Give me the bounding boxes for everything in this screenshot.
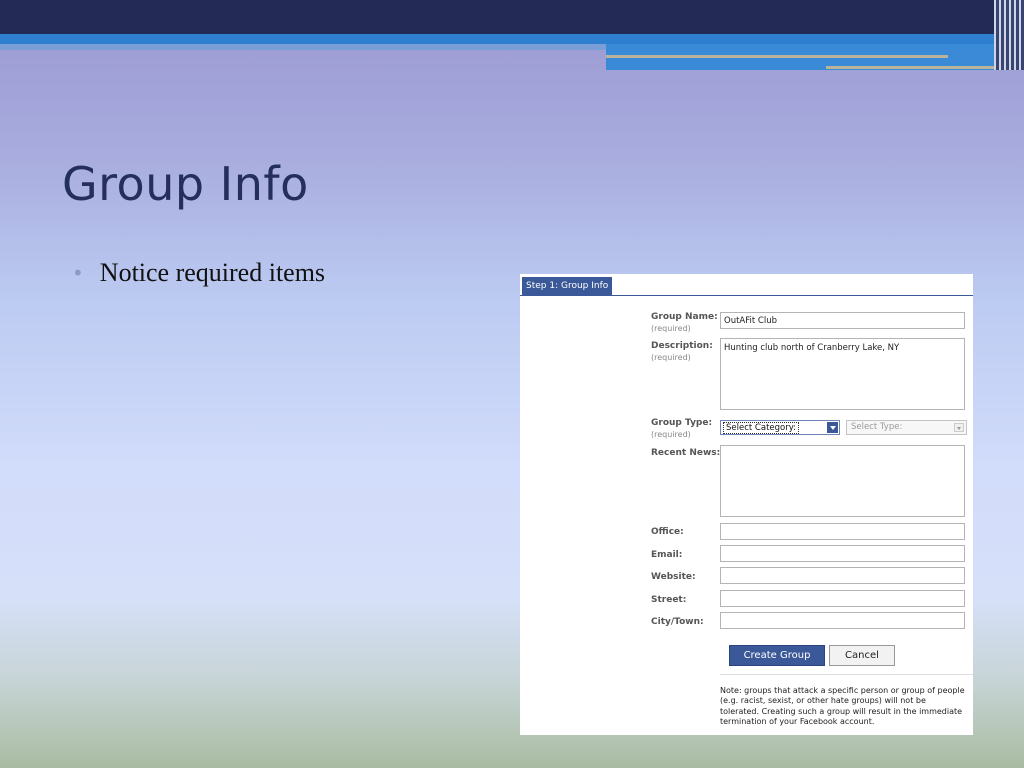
street-input[interactable]: [720, 590, 965, 607]
type-select[interactable]: Select Type:: [846, 420, 967, 435]
city-input[interactable]: [720, 612, 965, 629]
bullet-icon: •: [72, 261, 84, 285]
group-name-label-text: Group Name:: [651, 312, 718, 322]
tan-line: [606, 55, 948, 58]
description-label: Description: (required): [651, 341, 713, 362]
website-label: Website:: [651, 572, 696, 582]
required-note: (required): [651, 324, 691, 333]
cancel-button[interactable]: Cancel: [829, 645, 895, 666]
website-input[interactable]: [720, 567, 965, 584]
slide-title: Group Info: [62, 157, 309, 211]
chevron-down-icon: [954, 423, 964, 432]
top-blue-bar: [0, 34, 1024, 44]
required-note: (required): [651, 353, 691, 362]
office-label: Office:: [651, 527, 684, 537]
top-light-band: [0, 44, 606, 50]
recent-news-label: Recent News:: [651, 448, 721, 458]
top-dark-bar: [0, 0, 1024, 34]
category-select[interactable]: Select Category:: [720, 420, 840, 435]
divider: [720, 674, 973, 675]
description-label-text: Description:: [651, 341, 713, 351]
recent-news-textarea[interactable]: [720, 445, 965, 517]
email-label: Email:: [651, 550, 683, 560]
city-label: City/Town:: [651, 617, 704, 627]
group-name-input[interactable]: OutAFit Club: [720, 312, 965, 329]
vertical-stripes: [994, 0, 1024, 70]
type-select-value: Select Type:: [851, 422, 903, 432]
category-select-value: Select Category:: [723, 422, 799, 434]
create-group-button[interactable]: Create Group: [729, 645, 825, 666]
email-input[interactable]: [720, 545, 965, 562]
tab-step-1[interactable]: Step 1: Group Info: [522, 277, 613, 295]
group-type-label: Group Type: (required): [651, 418, 712, 439]
policy-note: Note: groups that attack a specific pers…: [720, 686, 965, 726]
group-info-form-screenshot: Step 1: Group Info Group Name: (required…: [520, 274, 973, 735]
tan-line: [826, 66, 1006, 69]
required-note: (required): [651, 430, 691, 439]
tab-strip: Step 1: Group Info: [520, 274, 973, 296]
office-input[interactable]: [720, 523, 965, 540]
chevron-down-icon[interactable]: [827, 422, 838, 433]
group-name-label: Group Name: (required): [651, 312, 718, 333]
bullet-text: Notice required items: [99, 258, 326, 287]
group-type-label-text: Group Type:: [651, 418, 713, 428]
description-textarea[interactable]: Hunting club north of Cranberry Lake, NY: [720, 338, 965, 410]
street-label: Street:: [651, 595, 687, 605]
bullet-item: • Notice required items: [72, 258, 325, 288]
